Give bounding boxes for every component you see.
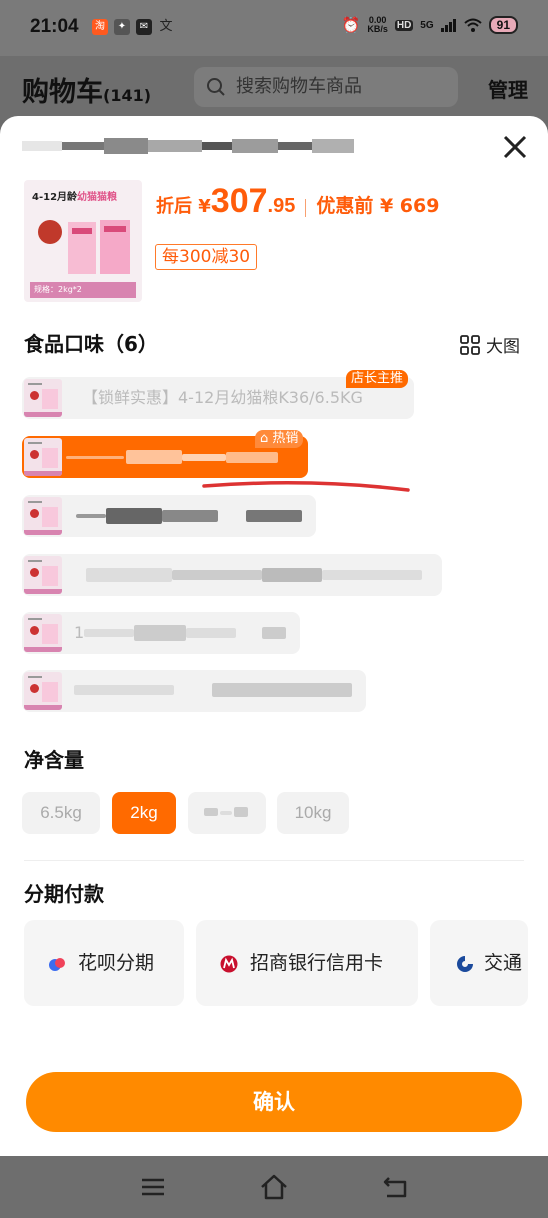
- cart-search-input[interactable]: 搜索购物车商品: [194, 67, 458, 107]
- promo-tag: 每300减30: [155, 244, 258, 270]
- section-divider: [24, 860, 524, 861]
- huabei-label: 花呗分期: [78, 952, 155, 974]
- translate-notification-icon: 文: [159, 19, 173, 34]
- cmb-credit-card-option[interactable]: 招商银行信用卡: [196, 920, 418, 1006]
- cmb-bank-icon: [220, 955, 238, 973]
- flavor-option-label: 【锁鲜实惠】4-12月幼猫粮K36/6.5KG: [82, 388, 363, 407]
- app-notification-icon: ✦: [114, 19, 130, 35]
- cart-count: (141): [103, 86, 152, 105]
- installment-section-title: 分期付款: [24, 882, 104, 906]
- bocom-bank-icon: [457, 956, 473, 972]
- hd-icon: HD: [394, 19, 414, 31]
- status-bar: 21:04 淘 ✦ ✉ 文 ⏰ 0.00 KB/s HD 5G 91: [0, 0, 548, 56]
- flavor-option[interactable]: [22, 670, 366, 712]
- flavor-thumb: [24, 614, 62, 652]
- signal-icon: [440, 19, 456, 32]
- price-after-label: 折后 ¥: [156, 196, 211, 217]
- net-speed-unit: KB/s: [367, 24, 388, 34]
- big-view-label: 大图: [486, 337, 520, 357]
- product-image-caption: 4-12月龄幼猫猫粮: [32, 188, 117, 203]
- alarm-icon: ⏰: [341, 17, 361, 34]
- search-icon: [207, 78, 225, 96]
- flavor-option[interactable]: [22, 495, 316, 537]
- net-speed: 0.00 KB/s: [367, 16, 388, 34]
- status-time: 21:04: [30, 16, 79, 37]
- wifi-icon: [463, 18, 482, 32]
- size-option-10kg[interactable]: 10kg: [277, 792, 349, 834]
- home-icon[interactable]: [259, 1172, 289, 1202]
- manage-button[interactable]: 管理: [488, 74, 528, 103]
- hot-sale-text: 热销: [272, 431, 299, 446]
- network-type: 5G: [420, 19, 434, 31]
- flavor-thumb: [24, 438, 62, 476]
- flavor-option[interactable]: 1: [22, 612, 300, 654]
- big-view-toggle[interactable]: 大图: [460, 332, 520, 357]
- product-title-obscured: [22, 138, 354, 154]
- flavor-option[interactable]: [22, 554, 442, 596]
- notification-icons: 淘 ✦ ✉ 文: [92, 19, 174, 35]
- cart-title: 购物车(141): [22, 70, 151, 109]
- thumb-caption-prefix: 4-12月龄: [32, 192, 78, 203]
- price-divider: [305, 198, 307, 217]
- message-notification-icon: ✉: [136, 19, 152, 35]
- size-option-2kg-selected[interactable]: 2kg: [112, 792, 176, 834]
- taobao-notification-icon: 淘: [92, 19, 108, 35]
- price-line: 折后 ¥307.95 优惠前 ¥ 669: [156, 182, 439, 221]
- flavor-option-label: 1: [74, 623, 85, 642]
- grid-icon: [460, 334, 480, 355]
- price-integer: 307: [210, 182, 268, 220]
- sku-selector-sheet: 4-12月龄幼猫猫粮 规格：2kg*2 折后 ¥307.95 优惠前 ¥ 669 …: [0, 116, 548, 1156]
- flavor-thumb: [24, 379, 62, 417]
- thumb-caption-highlight: 幼猫猫粮: [77, 192, 118, 203]
- cart-title-text: 购物车: [22, 77, 103, 108]
- underline-scribble: [202, 481, 410, 492]
- original-price: 优惠前 ¥ 669: [316, 195, 440, 217]
- flavor-thumb: [24, 497, 62, 535]
- close-icon[interactable]: [500, 132, 530, 162]
- huabei-icon: [49, 958, 65, 971]
- menu-icon[interactable]: [138, 1172, 168, 1202]
- flavor-thumb: [24, 556, 62, 594]
- size-option-6.5kg[interactable]: 6.5kg: [22, 792, 100, 834]
- cart-header: 购物车(141) 搜索购物车商品 管理: [0, 56, 548, 120]
- product-image[interactable]: 4-12月龄幼猫猫粮 规格：2kg*2: [24, 180, 142, 302]
- battery-indicator: 91: [488, 16, 518, 34]
- cat-food-bags-image: [38, 220, 130, 274]
- price-decimal: .95: [267, 195, 296, 217]
- thumb-spec: 规格：2kg*2: [30, 282, 136, 298]
- size-option-obscured[interactable]: [188, 792, 266, 834]
- status-indicators: ⏰ 0.00 KB/s HD 5G 91: [342, 16, 518, 34]
- flavor-thumb: [24, 672, 62, 710]
- bocom-installment-option[interactable]: 交通: [430, 920, 528, 1006]
- huabei-installment-option[interactable]: 花呗分期: [24, 920, 184, 1006]
- hot-sale-badge: ⌂ 热销: [255, 430, 304, 448]
- back-icon[interactable]: [381, 1172, 411, 1202]
- cmb-credit-card-label: 招商银行信用卡: [250, 952, 384, 974]
- net-weight-section-title: 净含量: [24, 748, 84, 772]
- system-navigation-bar: [0, 1156, 548, 1218]
- confirm-button[interactable]: 确认: [26, 1072, 522, 1132]
- flavor-section-title: 食品口味（6）: [24, 332, 158, 356]
- bocom-label: 交通: [484, 952, 523, 974]
- search-placeholder: 搜索购物车商品: [236, 76, 362, 97]
- owner-recommend-badge: 店长主推: [346, 370, 409, 388]
